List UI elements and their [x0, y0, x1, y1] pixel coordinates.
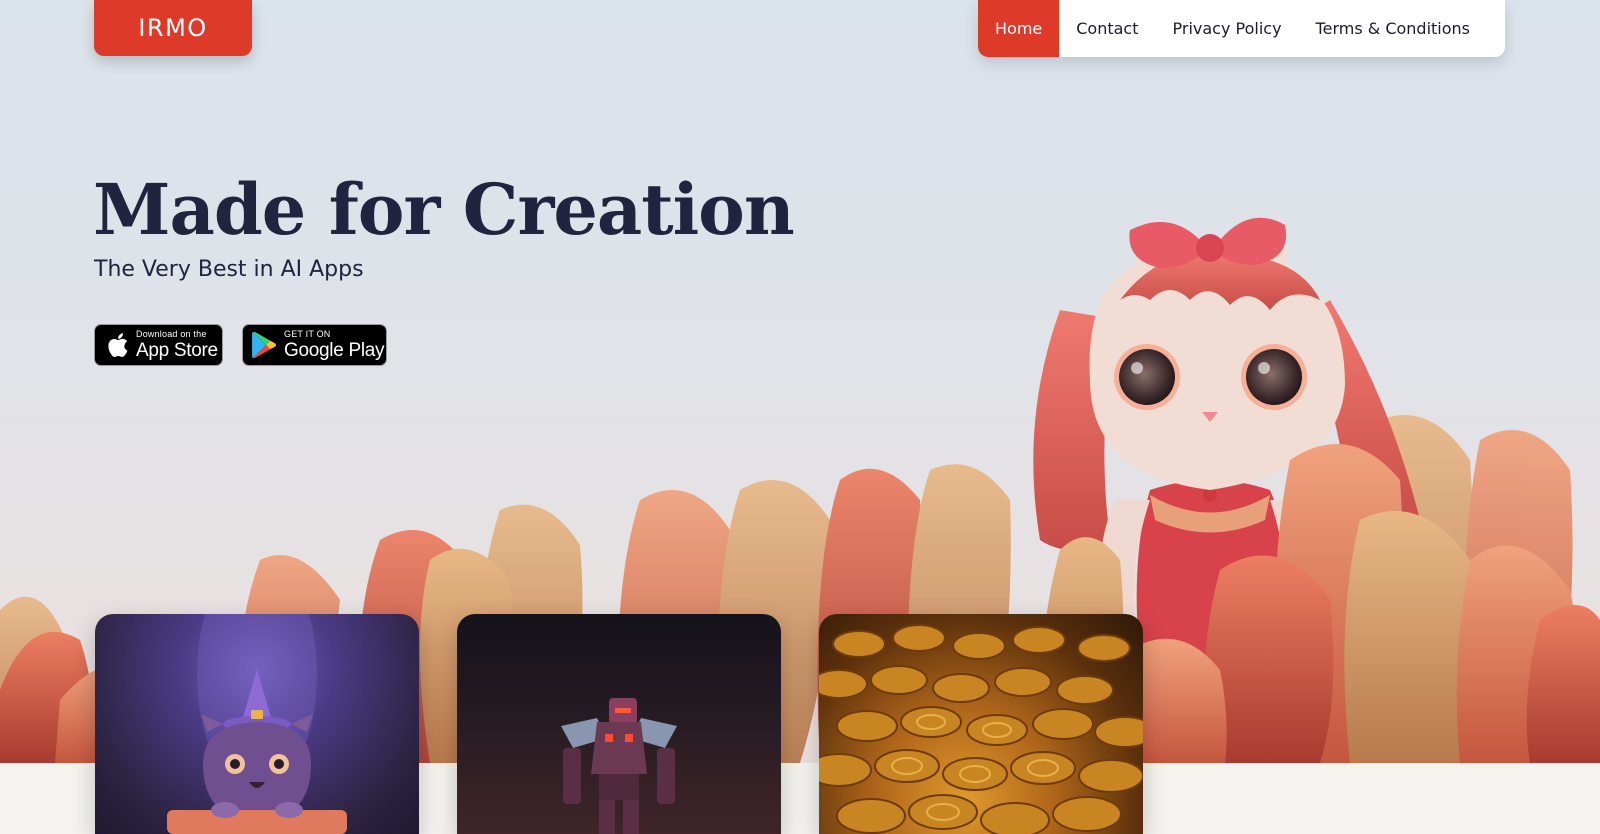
logo-text: IRMO [138, 14, 208, 42]
apple-icon [108, 333, 128, 358]
app-store-button[interactable]: Download on the App Store [94, 324, 223, 366]
app-store-big-text: App Store [136, 340, 218, 361]
nav-terms-conditions[interactable]: Terms & Conditions [1299, 0, 1487, 57]
page-subtitle: The Very Best in AI Apps [94, 257, 364, 282]
google-play-big-text: Google Play [284, 340, 385, 361]
google-play-icon [252, 331, 277, 359]
app-card-robot[interactable] [457, 614, 781, 834]
main-nav: Home Contact Privacy Policy Terms & Cond… [978, 0, 1505, 57]
robot-illustration [561, 698, 677, 834]
logo[interactable]: IRMO [94, 0, 252, 56]
google-play-small-text: GET IT ON [284, 329, 331, 339]
app-card-witch-cat[interactable] [95, 614, 419, 834]
witch-cat-illustration [167, 614, 347, 834]
app-store-small-text: Download on the [136, 329, 207, 339]
nav-privacy-policy[interactable]: Privacy Policy [1156, 0, 1299, 57]
app-card-gold-coins[interactable] [819, 614, 1143, 834]
nav-home[interactable]: Home [978, 0, 1060, 57]
nav-contact[interactable]: Contact [1059, 0, 1155, 57]
nav-eula[interactable]: EULA [1487, 0, 1505, 57]
page-title: Made for Creation [93, 168, 795, 251]
gold-coins-illustration [819, 624, 1143, 834]
google-play-button[interactable]: GET IT ON Google Play [242, 324, 387, 366]
